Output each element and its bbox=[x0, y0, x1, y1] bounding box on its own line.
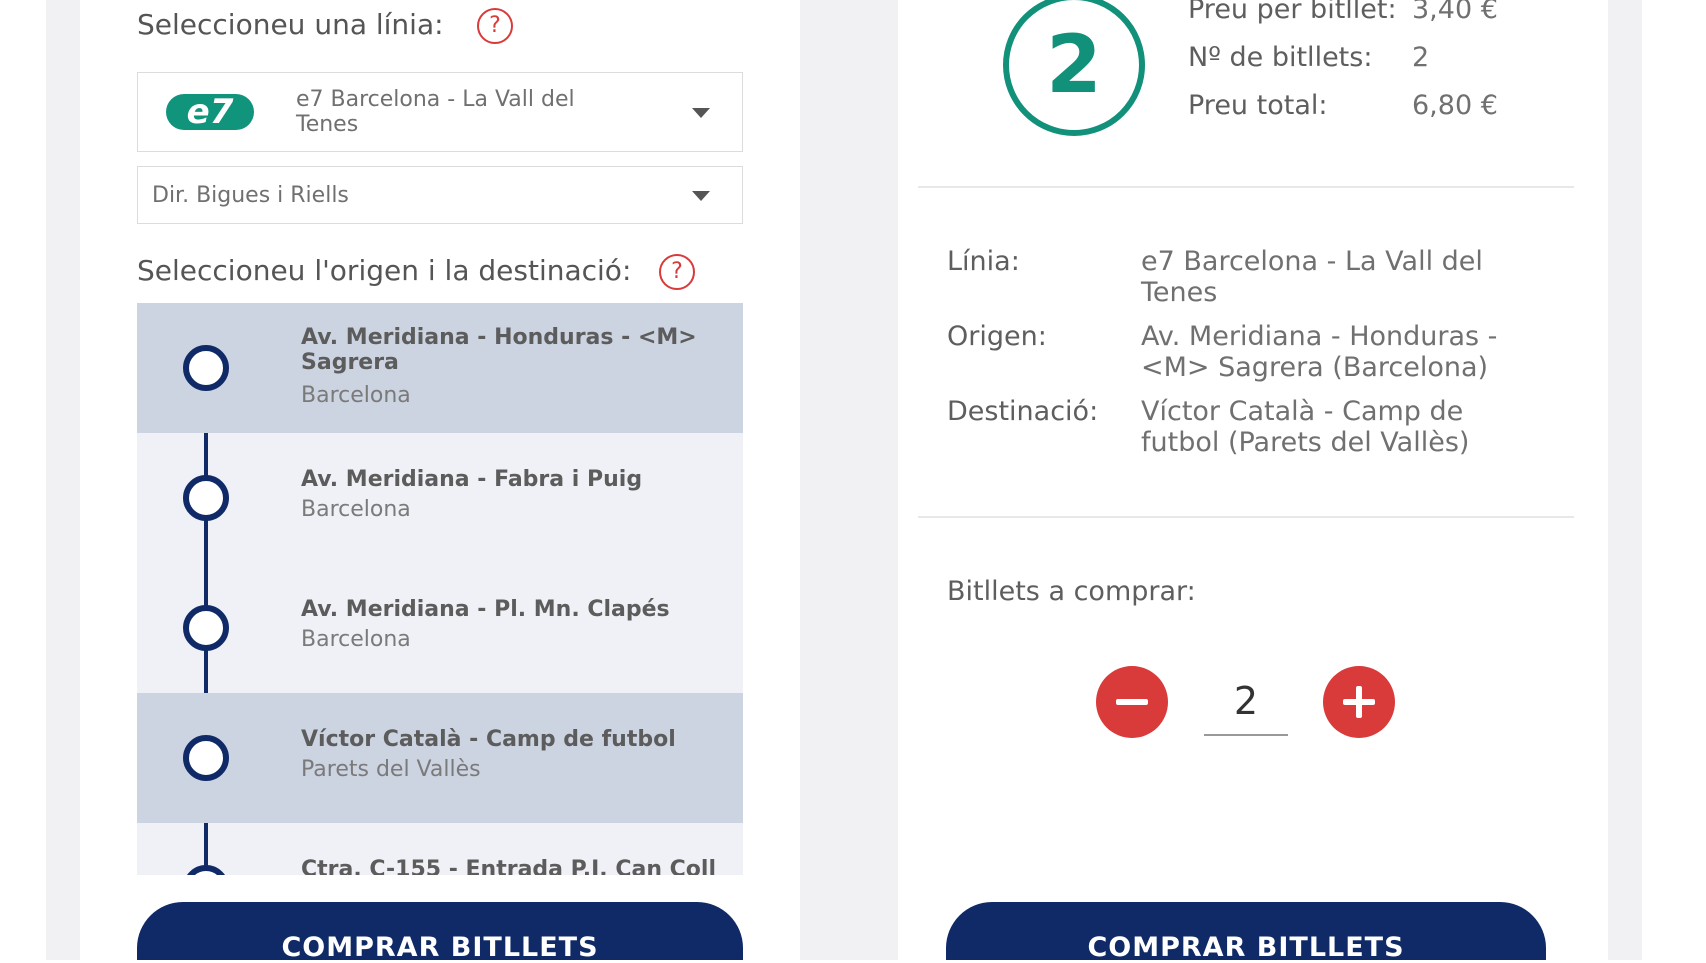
ticket-count-value: 2 bbox=[1412, 42, 1430, 73]
stop-city: Barcelona bbox=[301, 383, 411, 408]
tickets-to-buy-label: Bitllets a comprar: bbox=[947, 576, 1196, 607]
line-dropdown[interactable]: e7 e7 Barcelona - La Vall del Tenes bbox=[137, 72, 743, 152]
stop-marker bbox=[183, 475, 229, 521]
buy-tickets-button[interactable]: COMPRAR BITLLETS bbox=[946, 902, 1546, 963]
stop-name: Av. Meridiana - Fabra i Puig bbox=[301, 467, 643, 492]
stop-marker bbox=[183, 345, 229, 391]
ticket-count-label: Nº de bitllets: bbox=[1188, 42, 1373, 73]
stop-city: Barcelona bbox=[301, 497, 411, 522]
stop-name: Av. Meridiana - Pl. Mn. Clapés bbox=[301, 597, 670, 622]
stop-list[interactable]: Av. Meridiana - Honduras - <M> Sagrera B… bbox=[137, 303, 743, 875]
price-per-ticket-label: Preu per bitllet: bbox=[1188, 0, 1397, 25]
total-price-label: Preu total: bbox=[1188, 90, 1328, 121]
direction-dropdown-value: Dir. Bigues i Riells bbox=[152, 183, 349, 208]
decrease-quantity-button[interactable] bbox=[1096, 666, 1168, 738]
stop-row-0[interactable]: Av. Meridiana - Honduras - <M> Sagrera B… bbox=[137, 303, 743, 433]
stop-name: Víctor Català - Camp de futbol bbox=[301, 727, 676, 752]
divider bbox=[918, 516, 1574, 518]
help-icon[interactable]: ? bbox=[659, 254, 695, 290]
total-price-value: 6,80 € bbox=[1412, 90, 1498, 121]
quantity-input[interactable]: 2 bbox=[1204, 676, 1288, 736]
stop-row-4[interactable]: Ctra. C-155 - Entrada P.I. Can Coll bbox=[137, 823, 743, 875]
origin-value: Av. Meridiana - Honduras - <M> Sagrera (… bbox=[1141, 321, 1498, 383]
stop-row-2[interactable]: Av. Meridiana - Pl. Mn. Clapés Barcelona bbox=[137, 563, 743, 693]
destination-value: Víctor Català - Camp de futbol (Parets d… bbox=[1141, 396, 1470, 458]
minus-icon bbox=[1116, 699, 1148, 705]
divider bbox=[918, 186, 1574, 188]
stop-marker bbox=[183, 605, 229, 651]
left-gutter bbox=[46, 0, 80, 960]
increase-quantity-button[interactable] bbox=[1323, 666, 1395, 738]
line-badge: e7 bbox=[166, 94, 254, 130]
select-line-label: Seleccioneu una línia: bbox=[137, 8, 444, 41]
line-dropdown-value: e7 Barcelona - La Vall del Tenes bbox=[296, 87, 575, 137]
center-gutter bbox=[800, 0, 898, 960]
select-origin-destination-label: Seleccioneu l'origen i la destinació: bbox=[137, 254, 632, 287]
stop-name: Ctra. C-155 - Entrada P.I. Can Coll bbox=[301, 857, 716, 875]
ticket-count-badge: 2 bbox=[1003, 0, 1145, 136]
stop-row-1[interactable]: Av. Meridiana - Fabra i Puig Barcelona bbox=[137, 433, 743, 563]
help-icon[interactable]: ? bbox=[477, 8, 513, 44]
stop-marker bbox=[183, 735, 229, 781]
plus-icon-vertical bbox=[1356, 686, 1362, 718]
price-per-ticket-value: 3,40 € bbox=[1412, 0, 1498, 25]
stop-marker bbox=[183, 865, 229, 875]
right-gutter bbox=[1608, 0, 1642, 960]
buy-tickets-button[interactable]: COMPRAR BITLLETS bbox=[137, 902, 743, 963]
destination-label: Destinació: bbox=[947, 396, 1099, 427]
stop-name: Av. Meridiana - Honduras - <M> Sagrera bbox=[301, 325, 697, 375]
chevron-down-icon bbox=[692, 108, 710, 118]
line-label: Línia: bbox=[947, 246, 1020, 277]
stop-city: Parets del Vallès bbox=[301, 757, 481, 782]
chevron-down-icon bbox=[692, 191, 710, 201]
line-value: e7 Barcelona - La Vall del Tenes bbox=[1141, 246, 1483, 308]
stop-row-3[interactable]: Víctor Català - Camp de futbol Parets de… bbox=[137, 693, 743, 823]
direction-dropdown[interactable]: Dir. Bigues i Riells bbox=[137, 166, 743, 224]
origin-label: Origen: bbox=[947, 321, 1047, 352]
stop-city: Barcelona bbox=[301, 627, 411, 652]
left-panel: Seleccioneu una línia: ? e7 e7 Barcelona… bbox=[80, 0, 800, 963]
right-panel: 2 Preu per bitllet: 3,40 € Nº de bitllet… bbox=[898, 0, 1608, 963]
